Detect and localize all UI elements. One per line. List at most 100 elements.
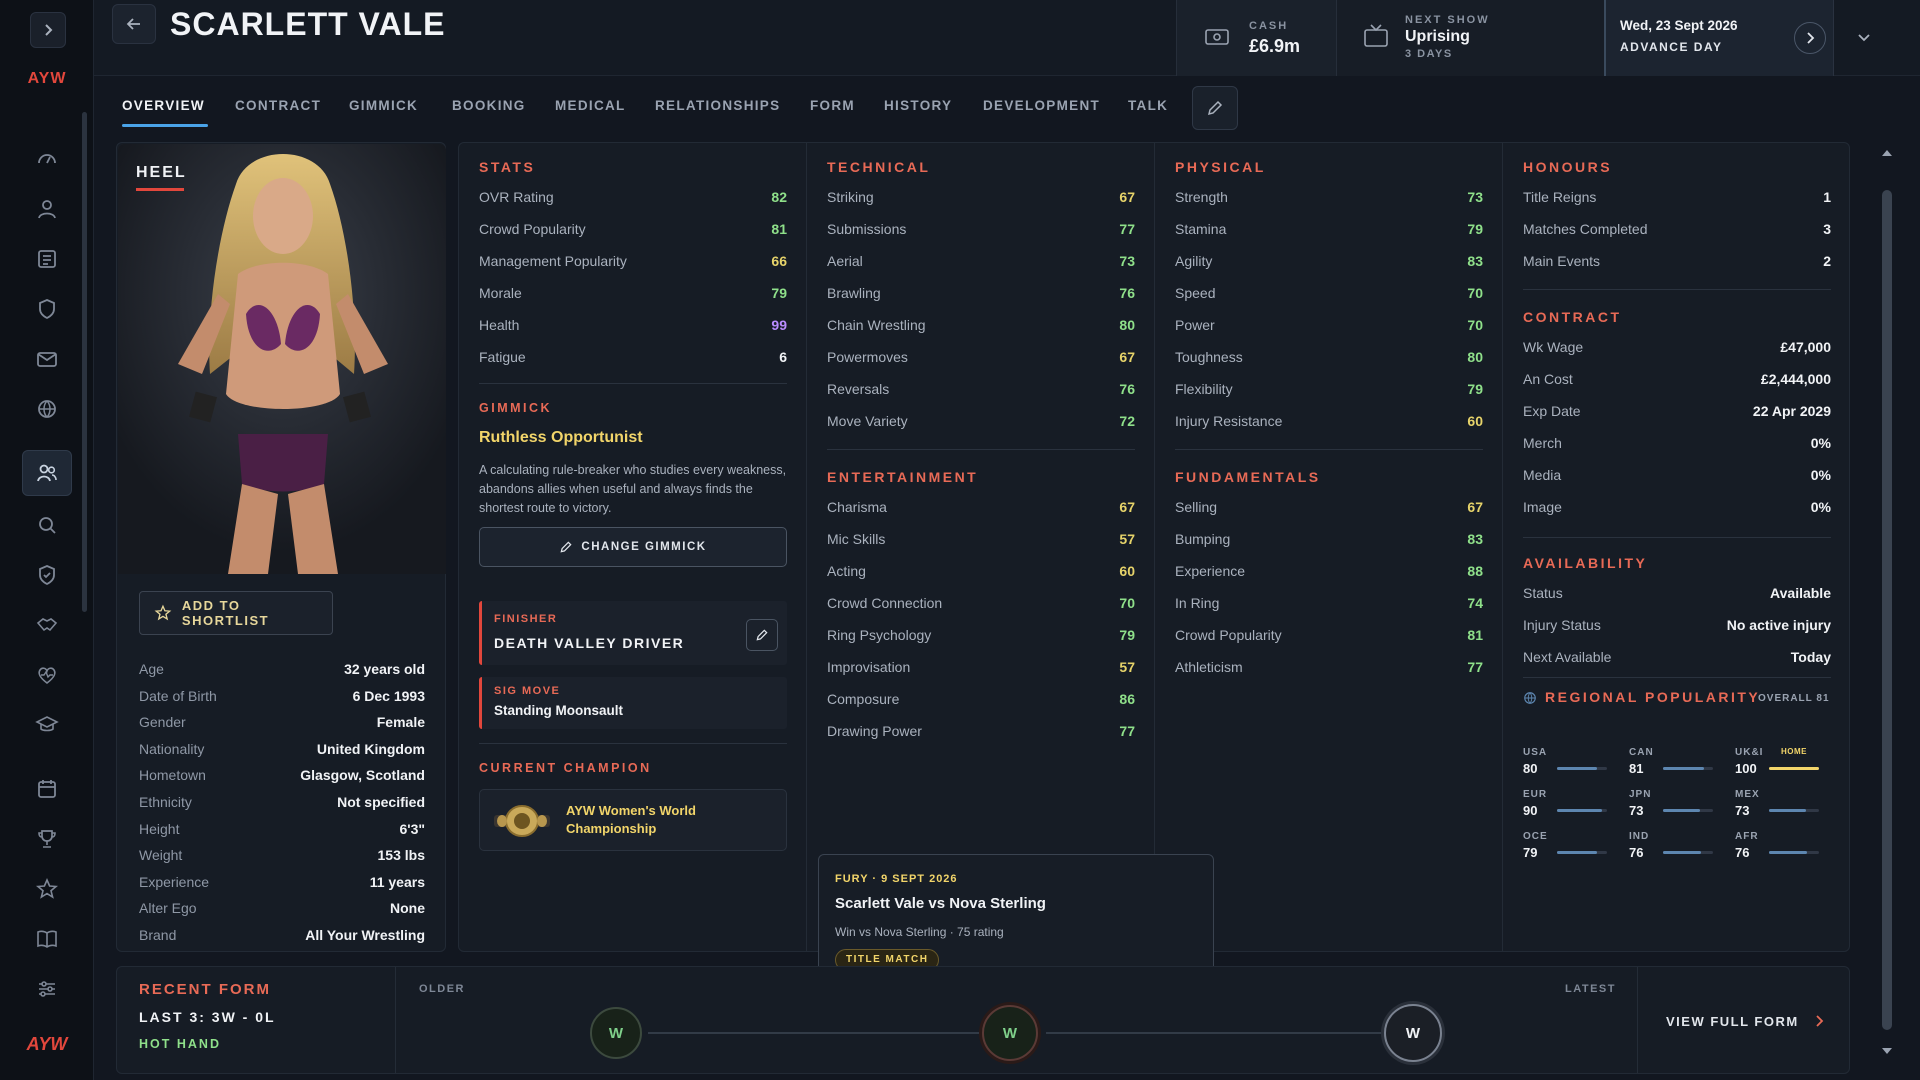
tooltip-detail: Win vs Nova Sterling · 75 rating (835, 925, 1004, 939)
region-bar-fill (1557, 851, 1597, 854)
tab-history[interactable]: HISTORY (884, 98, 952, 113)
stat-row: Fatigue 6 (479, 349, 787, 373)
edit-tabs-button[interactable] (1192, 86, 1238, 130)
regional-item: OCE 79 (1523, 831, 1609, 871)
form-timeline-line (648, 1032, 984, 1034)
stat-value: 0% (1810, 435, 1831, 451)
stat-label: Athleticism (1175, 659, 1243, 675)
stat-row: Mic Skills 57 (827, 531, 1135, 555)
tab-bar: OVERVIEW CONTRACT GIMMICK BOOKING MEDICA… (94, 86, 1920, 130)
tab-form[interactable]: FORM (810, 98, 855, 113)
star-icon (154, 604, 172, 621)
stat-value: 86 (1119, 691, 1135, 707)
stat-value: 57 (1119, 531, 1135, 547)
technical-column: TECHNICAL Striking 67 Submissions 77 Aerial 7… (807, 143, 1155, 951)
stat-row: Chain Wrestling 80 (827, 317, 1135, 341)
sidebar-expand-button[interactable] (30, 12, 66, 48)
sidebar-logo[interactable]: AYW (0, 70, 94, 88)
stat-label: Toughness (1175, 349, 1243, 365)
tab-contract[interactable]: CONTRACT (235, 98, 321, 113)
stat-value: 83 (1467, 253, 1483, 269)
sidebar-item-calendar[interactable] (22, 766, 72, 812)
stat-label: Striking (827, 189, 874, 205)
stat-row: Status Available (1523, 585, 1831, 609)
sidebar-item-profile[interactable] (22, 186, 72, 232)
recent-form-title: RECENT FORM (139, 981, 271, 998)
add-to-shortlist-button[interactable]: ADD TO SHORTLIST (139, 591, 333, 635)
sidebar-item-medical[interactable] (22, 652, 72, 698)
tab-development[interactable]: DEVELOPMENT (983, 98, 1100, 113)
stat-value: 60 (1119, 563, 1135, 579)
availability-title: AVAILABILITY (1523, 555, 1648, 571)
form-result-node[interactable]: W (1384, 1004, 1442, 1062)
chevron-right-icon (45, 24, 53, 36)
stat-value: 67 (1119, 189, 1135, 205)
sidebar-item-favorites[interactable] (22, 866, 72, 912)
bio-row: Experience 11 years (139, 874, 425, 900)
regional-item: UK&I 100 HOME (1735, 747, 1821, 787)
cash-label: CASH (1249, 20, 1289, 32)
championship-card[interactable]: AYW Women's World Championship (479, 789, 787, 851)
users-icon (37, 464, 57, 482)
sidebar: AYW AYW (0, 0, 94, 1080)
mail-icon (37, 352, 57, 367)
advance-day-arrow[interactable] (1794, 22, 1826, 54)
alignment-underline (136, 188, 184, 191)
stat-value: 80 (1467, 349, 1483, 365)
sidebar-item-world[interactable] (22, 386, 72, 432)
tab-medical[interactable]: MEDICAL (555, 98, 626, 113)
edit-finisher-button[interactable] (746, 619, 778, 651)
chevron-right-icon (1816, 1015, 1824, 1027)
form-result-node[interactable]: W (982, 1005, 1038, 1061)
stat-label: Crowd Popularity (479, 221, 586, 237)
stat-label: Ring Psychology (827, 627, 932, 643)
change-gimmick-button[interactable]: CHANGE GIMMICK (479, 527, 787, 567)
stats-title: STATS (479, 159, 536, 175)
stat-label: Wk Wage (1523, 339, 1584, 355)
stat-row: Health 99 (479, 317, 787, 341)
region-value: 76 (1629, 845, 1644, 860)
sidebar-item-roster[interactable] (22, 450, 72, 496)
sidebar-item-inbox[interactable] (22, 336, 72, 382)
sidebar-item-news[interactable] (22, 236, 72, 282)
main-scrollbar[interactable] (1880, 142, 1894, 1062)
sidebar-item-rulebook[interactable] (22, 916, 72, 962)
cash-widget[interactable]: CASH £6.9m (1176, 0, 1336, 76)
sidebar-item-titles[interactable] (22, 552, 72, 598)
trophy-icon (38, 830, 56, 848)
advance-day-button[interactable]: Wed, 23 Sept 2026 ADVANCE DAY (1604, 0, 1834, 76)
next-show-widget[interactable]: NEXT SHOW Uprising 3 DAYS (1336, 0, 1604, 76)
sidebar-item-security[interactable] (22, 286, 72, 332)
stat-value: 77 (1119, 221, 1135, 237)
globe-icon (1524, 692, 1536, 704)
sidebar-item-deals[interactable] (22, 602, 72, 648)
view-full-form-button[interactable]: VIEW FULL FORM (1666, 1014, 1824, 1029)
stat-row: Morale 79 (479, 285, 787, 309)
sidebar-item-training[interactable] (22, 702, 72, 748)
header-menu-button[interactable] (1834, 0, 1894, 76)
stat-value: 2 (1823, 253, 1831, 269)
back-button[interactable] (112, 4, 156, 44)
heart-pulse-icon (38, 667, 56, 685)
region-bar (1663, 851, 1713, 854)
stat-label: Media (1523, 467, 1562, 483)
stat-label: Move Variety (827, 413, 908, 429)
sidebar-scrollbar[interactable] (82, 112, 87, 612)
scrollbar-thumb[interactable] (1882, 190, 1892, 1030)
form-result-node[interactable]: W (590, 1007, 642, 1059)
sidebar-item-search[interactable] (22, 502, 72, 548)
sidebar-item-settings[interactable] (22, 966, 72, 1012)
stat-label: Matches Completed (1523, 221, 1648, 237)
sidebar-item-awards[interactable] (22, 816, 72, 862)
stat-value: 3 (1823, 221, 1831, 237)
tab-overview[interactable]: OVERVIEW (122, 98, 205, 113)
tab-talk[interactable]: TALK (1128, 98, 1168, 113)
tab-relationships[interactable]: RELATIONSHIPS (655, 98, 780, 113)
newspaper-icon (38, 250, 56, 268)
bio-row: Date of Birth 6 Dec 1993 (139, 688, 425, 714)
tab-gimmick[interactable]: GIMMICK (349, 98, 418, 113)
sliders-icon (39, 981, 55, 997)
tab-booking[interactable]: BOOKING (452, 98, 526, 113)
calendar-icon (38, 780, 56, 798)
sidebar-item-dashboard[interactable] (22, 136, 72, 182)
